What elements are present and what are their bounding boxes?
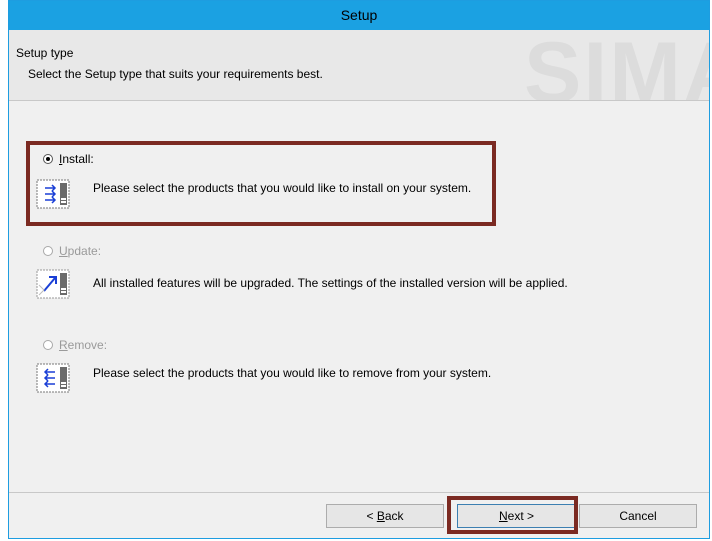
back-button[interactable]: < Back (326, 504, 444, 528)
setup-header: SIMA Setup type Select the Setup type th… (9, 30, 709, 101)
upgrade-icon (36, 269, 70, 299)
next-highlight-box (447, 496, 578, 534)
remove-products-icon (36, 363, 70, 393)
update-label: Update: (59, 244, 102, 258)
cancel-button[interactable]: Cancel (579, 504, 697, 528)
setup-window: Setup SIMA Setup type Select the Setup t… (8, 0, 710, 539)
footer-separator (9, 492, 709, 493)
remove-radio[interactable] (43, 340, 53, 350)
update-radio[interactable] (43, 246, 53, 256)
install-highlight-box (26, 141, 496, 226)
brand-watermark: SIMA (524, 30, 709, 101)
remove-description: Please select the products that you woul… (93, 366, 492, 380)
page-title: Setup type (16, 46, 74, 60)
page-subtitle: Select the Setup type that suits your re… (28, 67, 323, 81)
update-description: All installed features will be upgraded.… (93, 276, 568, 290)
window-title: Setup (9, 1, 709, 30)
remove-radio-option[interactable]: Remove: (43, 338, 107, 352)
update-radio-option[interactable]: Update: (43, 244, 101, 258)
remove-label: Remove: (59, 338, 108, 352)
